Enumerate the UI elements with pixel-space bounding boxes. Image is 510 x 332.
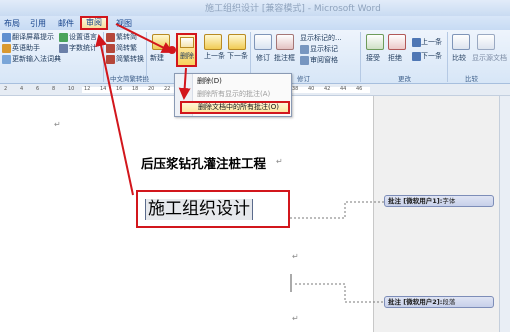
set-language-button[interactable]: 设置语言 bbox=[69, 33, 97, 42]
paragraph-mark: ↵ bbox=[292, 314, 299, 323]
show-markup-icon bbox=[300, 45, 309, 54]
tab-review[interactable]: 审阅 bbox=[80, 16, 108, 30]
show-source-button[interactable]: 显示源文档 bbox=[472, 54, 508, 63]
translate-tooltip-button[interactable]: 翻译屏幕提示 bbox=[12, 33, 54, 42]
ruler-number: 2 bbox=[4, 86, 8, 92]
title-bar: 施工组织设计 [兼容模式] - Microsoft Word bbox=[0, 0, 510, 16]
accept-icon bbox=[366, 34, 384, 50]
tab-references[interactable]: 引用 bbox=[26, 17, 50, 30]
show-markup-button[interactable]: 显示标记 bbox=[310, 45, 338, 54]
next-comment-button[interactable]: 下一条 bbox=[227, 52, 248, 61]
reject-icon bbox=[388, 34, 406, 50]
ruler-number: 22 bbox=[164, 86, 171, 92]
prev-change-button[interactable]: 上一条 bbox=[421, 38, 442, 47]
ruler-number: 40 bbox=[308, 86, 315, 92]
ruler-number: 8 bbox=[52, 86, 56, 92]
update-ime-icon bbox=[2, 55, 11, 64]
track-changes-icon bbox=[254, 34, 272, 50]
compare-group-label: 比较 bbox=[465, 75, 478, 83]
group-separator bbox=[146, 32, 147, 82]
changes-group-label: 更改 bbox=[398, 75, 411, 83]
menu-item-delete-all-comments[interactable]: 删除文档中的所有批注(O) bbox=[180, 101, 290, 114]
language-icon bbox=[59, 33, 68, 42]
word-window: 施工组织设计 [兼容模式] - Microsoft Word 布局 引用 邮件 … bbox=[0, 0, 510, 332]
delete-comment-menu: 删除(D) 删除所有显示的批注(A) 删除文档中的所有批注(O) bbox=[174, 73, 292, 117]
document-heading[interactable]: 后压浆钻孔灌注桩工程 bbox=[141, 153, 266, 172]
paragraph-mark: ↵ bbox=[54, 120, 61, 129]
show-markup-dropdown[interactable]: 显示标记的... bbox=[300, 34, 342, 43]
new-comment-button[interactable]: 新建 bbox=[150, 54, 164, 63]
word-count-button[interactable]: 字数统计 bbox=[69, 44, 97, 53]
simp-trad-convert-button[interactable]: 简繁转换 bbox=[116, 55, 144, 64]
tab-view[interactable]: 视图 bbox=[112, 17, 136, 30]
comment-text: 段落 bbox=[442, 298, 456, 306]
delete-x-icon bbox=[168, 46, 176, 54]
paragraph-mark: ↵ bbox=[292, 252, 299, 261]
ruler-number: 16 bbox=[116, 86, 123, 92]
compare-icon bbox=[452, 34, 470, 50]
track-changes-button[interactable]: 修订 bbox=[256, 54, 270, 63]
balloons-button[interactable]: 批注框 bbox=[274, 54, 295, 63]
delete-comment-label: 删除 bbox=[180, 52, 194, 60]
window-title: 施工组织设计 [兼容模式] - Microsoft Word bbox=[205, 4, 381, 14]
previous-comment-icon bbox=[204, 34, 222, 50]
document-big-title[interactable]: 施工组织设计 bbox=[145, 199, 253, 220]
ruler-number: 38 bbox=[292, 86, 299, 92]
translate-icon bbox=[2, 33, 11, 42]
ruler-number: 44 bbox=[340, 86, 347, 92]
update-ime-dictionary-button[interactable]: 更新输入法词典 bbox=[12, 55, 61, 64]
ruler-number: 18 bbox=[132, 86, 139, 92]
simp-to-trad-icon bbox=[106, 44, 115, 53]
trad-to-simp-button[interactable]: 繁转简 bbox=[116, 33, 137, 42]
ruler-number: 42 bbox=[324, 86, 331, 92]
tab-mailings[interactable]: 邮件 bbox=[54, 17, 78, 30]
trad-to-simp-icon bbox=[106, 33, 115, 42]
ruler-number: 14 bbox=[100, 86, 107, 92]
group-separator bbox=[447, 32, 448, 82]
delete-comment-button[interactable]: 删除 bbox=[168, 33, 197, 67]
english-assistant-button[interactable]: 英语助手 bbox=[12, 44, 40, 53]
reject-button[interactable]: 拒绝 bbox=[388, 54, 402, 63]
compare-button[interactable]: 比较 bbox=[452, 54, 466, 63]
next-comment-icon bbox=[228, 34, 246, 50]
menu-item-delete[interactable]: 删除(D) bbox=[175, 75, 291, 87]
paragraph-mark: ↵ bbox=[276, 157, 283, 166]
prev-change-icon bbox=[412, 38, 421, 47]
simp-to-trad-button[interactable]: 简转繁 bbox=[116, 44, 137, 53]
review-pane-icon bbox=[300, 56, 309, 65]
delete-comment-icon bbox=[180, 37, 194, 48]
next-change-icon bbox=[412, 52, 421, 61]
ruler-number: 10 bbox=[68, 86, 75, 92]
ribbon-tab-bar: 布局 引用 邮件 审阅 视图 bbox=[0, 16, 510, 30]
chinese-group-label: 中文简繁转换 bbox=[110, 75, 149, 83]
next-change-button[interactable]: 下一条 bbox=[421, 52, 442, 61]
comment-balloon[interactable]: 批注 [微软用户1]:字体 bbox=[384, 195, 494, 207]
word-count-icon bbox=[59, 44, 68, 53]
accept-button[interactable]: 接受 bbox=[366, 54, 380, 63]
show-source-icon bbox=[477, 34, 495, 50]
group-separator bbox=[103, 32, 104, 82]
tracking-group-label: 修订 bbox=[297, 75, 310, 83]
english-assistant-icon bbox=[2, 44, 11, 53]
group-separator bbox=[360, 32, 361, 82]
tab-layout[interactable]: 布局 bbox=[0, 17, 24, 30]
comment-author: 批注 [微软用户2]: bbox=[388, 298, 443, 306]
vertical-scrollbar[interactable] bbox=[499, 96, 510, 332]
simp-trad-convert-icon bbox=[106, 55, 115, 64]
comment-author: 批注 [微软用户1]: bbox=[388, 197, 443, 205]
comment-text: 字体 bbox=[442, 197, 456, 205]
comment-balloon[interactable]: 批注 [微软用户2]:段落 bbox=[384, 296, 494, 308]
previous-comment-button[interactable]: 上一条 bbox=[204, 52, 225, 61]
menu-item-delete-shown-comments[interactable]: 删除所有显示的批注(A) bbox=[175, 88, 291, 100]
ruler-number: 46 bbox=[356, 86, 363, 92]
ruler-number: 4 bbox=[20, 86, 24, 92]
ruler-number: 12 bbox=[84, 86, 91, 92]
ruler-number: 20 bbox=[148, 86, 155, 92]
ruler-number: 6 bbox=[36, 86, 40, 92]
review-pane-button[interactable]: 审阅窗格 bbox=[310, 56, 338, 65]
balloons-icon bbox=[276, 34, 294, 50]
